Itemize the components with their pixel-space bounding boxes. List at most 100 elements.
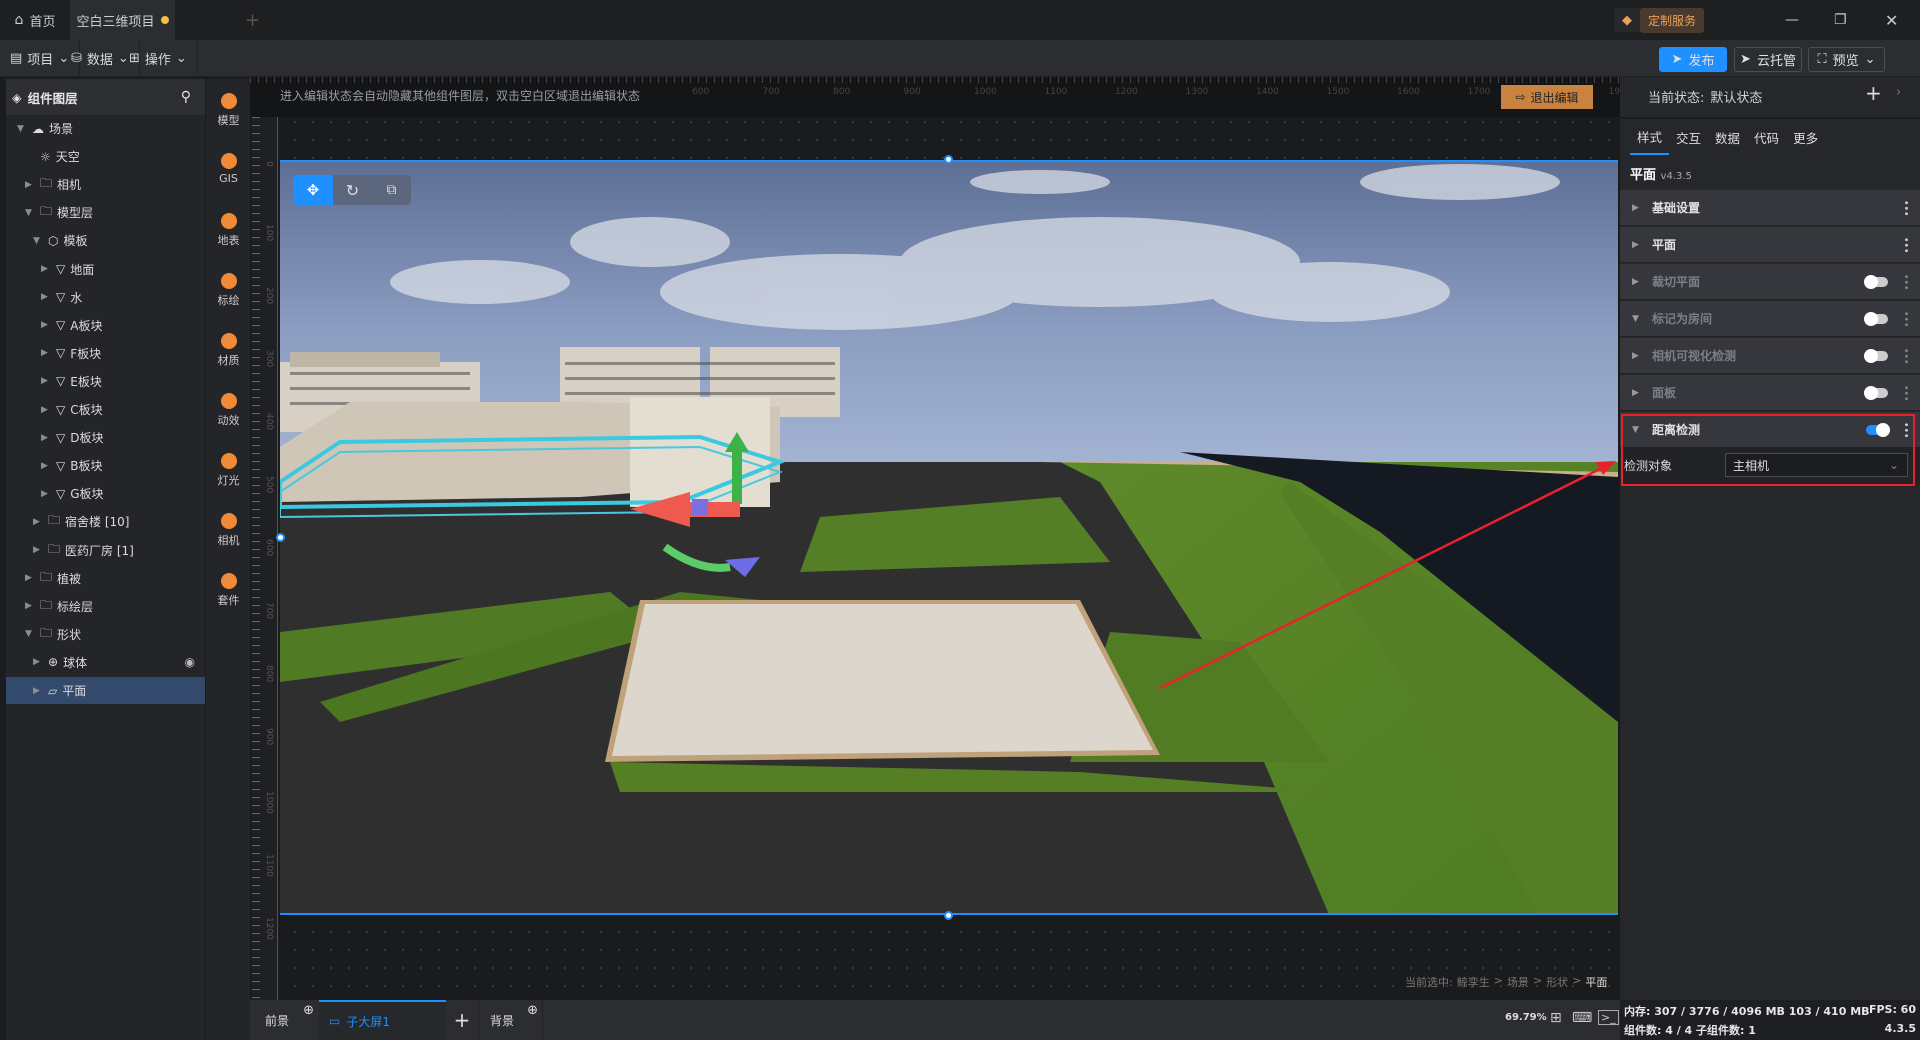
caret-down-icon[interactable]: ▼ [33, 236, 43, 246]
tab-3[interactable]: 代码 [1747, 119, 1786, 155]
layer-item[interactable]: ▶ ▽ B板块 [6, 452, 205, 479]
layer-item[interactable]: ▶ ▽ 地面 [6, 256, 205, 283]
layer-item[interactable]: ▶ ▱ 平面 [6, 677, 205, 704]
caret-right-icon[interactable]: ▶ [33, 545, 43, 555]
tab-project[interactable]: 空白三维项目 [70, 0, 175, 40]
resize-handle-bottom[interactable] [944, 911, 953, 920]
new-tab-button[interactable]: + [245, 0, 260, 40]
breadcrumb-item[interactable]: 形状 [1546, 974, 1568, 990]
menu-operate[interactable]: ⊞ 操作 ⌄ [119, 40, 198, 77]
caret-right-icon[interactable]: ▶ [41, 292, 51, 302]
more-icon[interactable] [1905, 237, 1908, 253]
caret-right-icon[interactable]: ▶ [33, 686, 43, 696]
caret-down-icon[interactable]: ▼ [17, 124, 27, 134]
breadcrumb-item[interactable]: 鲸孪生 [1457, 974, 1490, 990]
eye-hidden-icon[interactable]: ◉ [185, 655, 195, 669]
tab-4[interactable]: 更多 [1786, 119, 1825, 155]
rotate-tool-button[interactable]: ↻ [333, 175, 372, 205]
section-toggle[interactable] [1864, 349, 1888, 363]
state-selector[interactable]: 默认状态 [1710, 87, 1762, 106]
layer-item[interactable]: ▼ ⬡ 模板 [6, 227, 205, 254]
cloud-host-button[interactable]: ➤ 云托管 [1734, 47, 1802, 72]
fit-screen-icon[interactable]: ⊞ [1550, 1010, 1562, 1026]
caret-right-icon[interactable]: ▶ [25, 601, 35, 611]
layer-item[interactable]: ▶ 🗀 植被 [6, 565, 205, 592]
scale-tool-button[interactable]: ⧉ [372, 175, 411, 205]
layer-item[interactable]: ▶ 🗀 标绘层 [6, 593, 205, 620]
layer-item[interactable]: ▶ ▽ C板块 [6, 396, 205, 423]
layer-item[interactable]: ▶ ▽ D板块 [6, 424, 205, 451]
toolbox-item[interactable]: 相机 [206, 513, 251, 548]
layer-item[interactable]: ▶ 🗀 宿舍楼 [10] [6, 508, 205, 535]
caret-right-icon[interactable]: ▶ [41, 405, 51, 415]
3d-viewport[interactable]: ✥ ↻ ⧉ [280, 160, 1618, 915]
layer-item[interactable]: ▼ 🗀 形状 [6, 621, 205, 648]
more-icon[interactable] [1905, 200, 1908, 216]
caret-right-icon[interactable]: ▶ [33, 517, 43, 527]
section-toggle[interactable] [1864, 312, 1888, 326]
layer-item[interactable]: ▶ ▽ A板块 [6, 312, 205, 339]
layer-item[interactable]: ▶ ⊕ 球体 ◉ [6, 649, 205, 676]
toolbox-item[interactable]: 灯光 [206, 453, 251, 488]
layer-item[interactable]: ▼ 🗀 模型层 [6, 199, 205, 226]
layer-item[interactable]: ☼ 天空 [6, 143, 205, 170]
layer-item[interactable]: ▶ 🗀 医药厂房 [1] [6, 537, 205, 564]
chevron-right-icon[interactable]: › [1896, 85, 1901, 100]
layer-item[interactable]: ▶ ▽ 水 [6, 284, 205, 311]
caret-right-icon[interactable]: ▶ [41, 376, 51, 386]
foreground-tab[interactable]: 前景 ⊕ [255, 1000, 318, 1040]
toolbox-item[interactable]: 标绘 [206, 273, 251, 308]
caret-right-icon[interactable]: ▶ [41, 489, 51, 499]
section-toggle[interactable] [1864, 386, 1888, 400]
tab-0[interactable]: 样式 [1630, 119, 1670, 155]
more-icon[interactable] [1905, 385, 1908, 401]
caret-right-icon[interactable]: ▶ [41, 348, 51, 358]
caret-right-icon[interactable]: ▶ [41, 264, 51, 274]
add-circle-icon[interactable]: ⊕ [303, 1003, 314, 1018]
resize-handle-top[interactable] [944, 155, 953, 164]
section-header[interactable]: ▶ 面板 [1620, 375, 1920, 411]
toolbox-item[interactable]: 材质 [206, 333, 251, 368]
caret-right-icon[interactable]: ▶ [41, 433, 51, 443]
section-header[interactable]: ▶ 平面 [1620, 227, 1920, 263]
exit-edit-button[interactable]: ⇨ 退出编辑 [1501, 85, 1593, 109]
breadcrumb-item[interactable]: 场景 [1507, 974, 1529, 990]
section-header[interactable]: ▶ 基础设置 [1620, 190, 1920, 226]
toolbox-item[interactable]: 地表 [206, 213, 251, 248]
section-toggle[interactable] [1864, 275, 1888, 289]
caret-right-icon[interactable]: ▶ [41, 320, 51, 330]
caret-right-icon[interactable]: ▶ [33, 657, 43, 667]
publish-button[interactable]: ➤ 发布 [1659, 47, 1727, 72]
search-icon[interactable]: ⚲ [181, 89, 191, 105]
toolbox-item[interactable]: GIS [206, 153, 251, 185]
keyboard-icon[interactable]: ⌨ [1572, 1010, 1592, 1026]
layer-item[interactable]: ▼ ☁ 场景 [6, 115, 205, 142]
terminal-icon[interactable]: >_ [1598, 1010, 1619, 1025]
screen-tab-active[interactable]: ▭ 子大屏1 [319, 1000, 446, 1040]
caret-down-icon[interactable]: ▼ [25, 208, 35, 218]
toolbox-item[interactable]: 模型 [206, 93, 251, 128]
add-screen-button[interactable]: + [446, 1000, 479, 1040]
more-icon[interactable] [1905, 348, 1908, 364]
tab-1[interactable]: 交互 [1669, 119, 1708, 155]
add-state-button[interactable]: + [1865, 81, 1882, 105]
tab-home[interactable]: ⌂ 首页 [0, 0, 70, 40]
layer-item[interactable]: ▶ ▽ G板块 [6, 480, 205, 507]
more-icon[interactable] [1905, 274, 1908, 290]
section-header[interactable]: ▶ 裁切平面 [1620, 264, 1920, 300]
section-header[interactable]: ▼ 标记为房间 [1620, 301, 1920, 337]
caret-right-icon[interactable]: ▶ [41, 461, 51, 471]
caret-right-icon[interactable]: ▶ [25, 180, 35, 190]
close-button[interactable]: ✕ [1885, 0, 1898, 40]
toolbox-item[interactable]: 动效 [206, 393, 251, 428]
caret-down-icon[interactable]: ▼ [25, 629, 35, 639]
section-header[interactable]: ▶ 相机可视化检测 [1620, 338, 1920, 374]
background-tab[interactable]: 背景 ⊕ [480, 1000, 543, 1040]
more-icon[interactable] [1905, 311, 1908, 327]
tab-2[interactable]: 数据 [1708, 119, 1747, 155]
toolbox-item[interactable]: 套件 [206, 573, 251, 608]
layer-item[interactable]: ▶ ▽ E板块 [6, 368, 205, 395]
move-tool-button[interactable]: ✥ [293, 175, 333, 205]
preview-button[interactable]: ⛶ 预览 ⌄ [1808, 47, 1885, 72]
custom-service-button[interactable]: ◆ 定制服务 [1614, 0, 1705, 40]
